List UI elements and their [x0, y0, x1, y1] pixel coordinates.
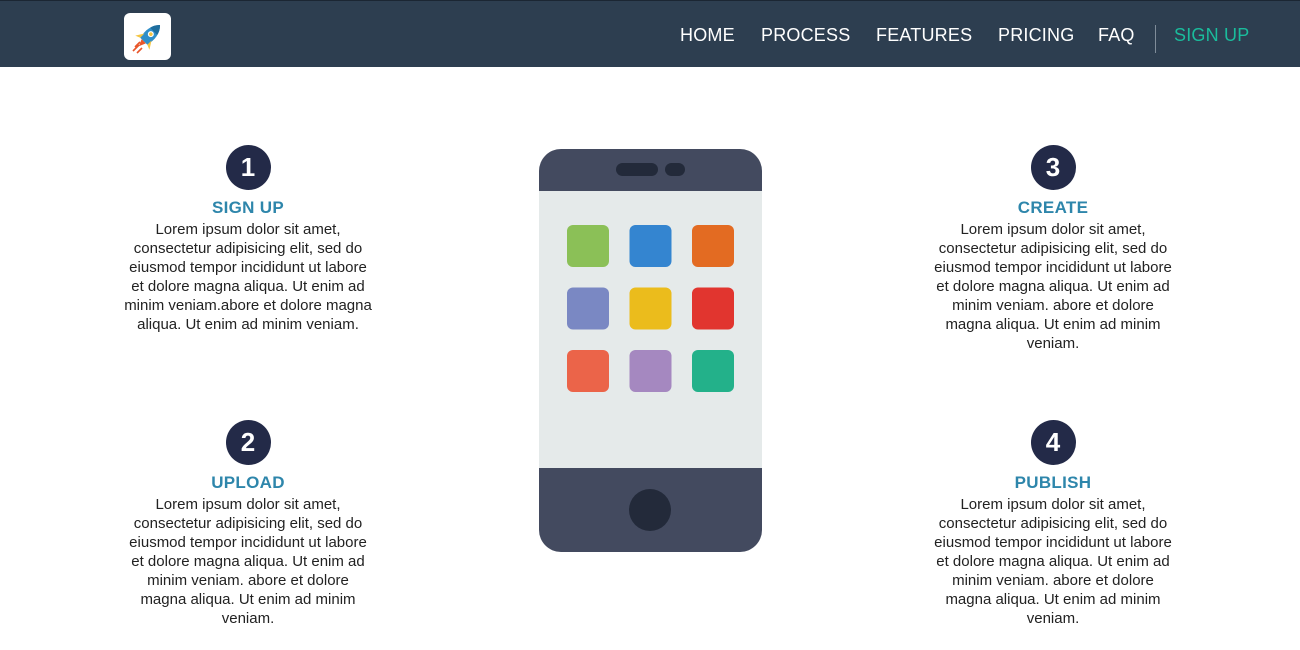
- step-description: Lorem ipsum dolor sit amet, consectetur …: [129, 496, 367, 627]
- phone-home-button: [629, 489, 671, 531]
- step-number-circle: 3: [1030, 145, 1076, 190]
- step-2: 2 UPLOAD Lorem ipsum dolor sit amet, con…: [123, 420, 373, 628]
- step-number-circle: 2: [225, 420, 271, 465]
- app-icon-1: [567, 225, 609, 267]
- step-description: Lorem ipsum dolor sit amet, consectetur …: [934, 221, 1172, 352]
- app-icon-3: [692, 225, 734, 267]
- nav-process[interactable]: PROCESS: [761, 25, 850, 46]
- app-icon-8: [629, 350, 672, 392]
- app-icon-5: [629, 287, 672, 330]
- step-description: Lorem ipsum dolor sit amet, consectetur …: [934, 496, 1172, 627]
- step-description: Lorem ipsum dolor sit amet, consectetur …: [124, 221, 372, 333]
- nav-features[interactable]: FEATURES: [876, 25, 972, 46]
- nav-faq[interactable]: FAQ: [1098, 25, 1135, 46]
- phone-speaker: [616, 163, 658, 176]
- rocket-icon: [131, 24, 160, 54]
- app-icon-9: [692, 350, 734, 392]
- step-title: PUBLISH: [1014, 473, 1092, 492]
- nav-divider: [1155, 25, 1156, 53]
- step-title: SIGN UP: [211, 198, 284, 217]
- step-number-circle: 1: [225, 145, 271, 190]
- app-icon-2: [629, 225, 672, 267]
- nav-sign-up[interactable]: SIGN UP: [1174, 25, 1249, 46]
- step-number-circle: 4: [1030, 420, 1076, 465]
- nav-pricing[interactable]: PRICING: [998, 25, 1074, 46]
- step-title: CREATE: [1017, 198, 1089, 217]
- nav-home[interactable]: HOME: [680, 25, 735, 46]
- step-title: UPLOAD: [211, 473, 285, 492]
- app-icon-7: [567, 350, 609, 392]
- navbar: HOME PROCESS FEATURES PRICING FAQ SIGN U…: [0, 0, 1300, 67]
- app-icon-grid: [567, 225, 734, 392]
- app-icon-4: [567, 287, 609, 330]
- step-4: 4 PUBLISH Lorem ipsum dolor sit amet, co…: [928, 420, 1178, 628]
- smartphone-illustration: [539, 149, 762, 552]
- phone-camera: [665, 163, 685, 176]
- step-1: 1 SIGN UP Lorem ipsum dolor sit amet, co…: [123, 145, 373, 334]
- app-icon-6: [692, 287, 734, 330]
- step-3: 3 CREATE Lorem ipsum dolor sit amet, con…: [928, 145, 1178, 353]
- logo[interactable]: [124, 13, 171, 60]
